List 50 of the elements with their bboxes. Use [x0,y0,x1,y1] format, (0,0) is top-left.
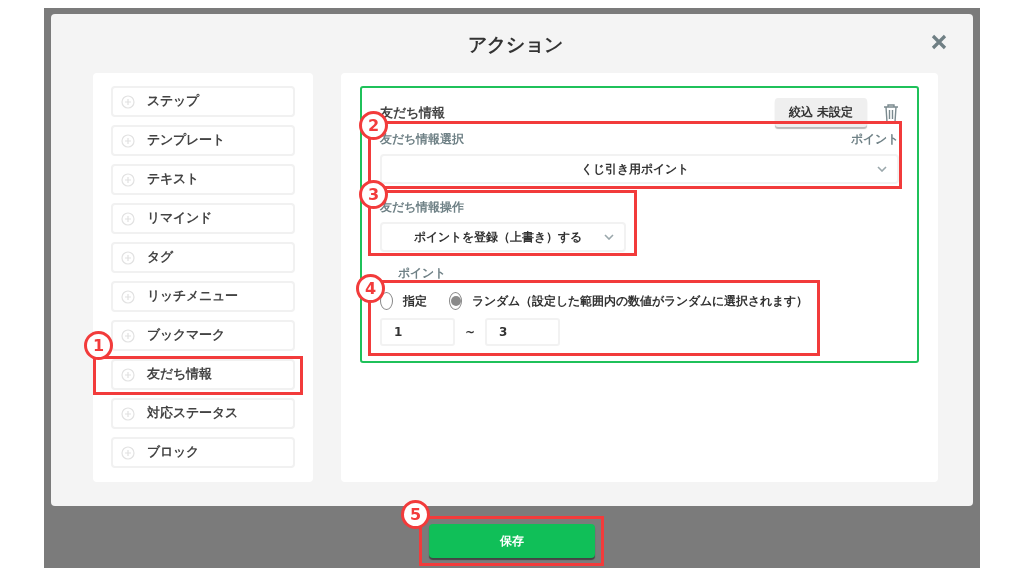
plus-circle-icon [121,289,135,304]
plus-circle-icon [121,172,135,187]
action-type-item[interactable]: ブックマーク [111,320,295,351]
min-input[interactable]: 1 [380,318,455,346]
action-type-item[interactable]: テンプレート [111,125,295,156]
range-separator: ~ [465,325,476,339]
action-type-label: リッチメニュー [147,288,238,305]
action-type-item[interactable]: ステップ [111,86,295,117]
max-input[interactable]: 3 [485,318,561,346]
field-label: ポイント [398,266,446,280]
plus-circle-icon [121,94,135,109]
chevron-down-icon [877,166,887,172]
action-type-item[interactable]: リッチメニュー [111,281,295,312]
action-type-label: ステップ [147,93,199,110]
plus-circle-icon [121,367,135,382]
radio-button[interactable] [380,292,393,310]
friend-info-select[interactable]: くじ引き用ポイント [380,154,899,184]
field-type-label: ポイント [851,131,899,148]
action-type-item[interactable]: タグ [111,242,295,273]
trash-icon[interactable] [883,102,899,123]
action-type-item[interactable]: ブロック [111,437,295,468]
plus-circle-icon [121,445,135,460]
close-icon[interactable] [931,34,947,50]
filter-button[interactable]: 絞込 未設定 [774,98,867,127]
action-type-label: 対応ステータス [147,405,238,422]
radio-label: 指定 [403,292,427,310]
callout-number: 1 [84,331,113,360]
action-type-label: テキスト [147,171,199,188]
action-type-label: タグ [147,249,173,266]
plus-circle-icon [121,211,135,226]
action-type-label: ブックマーク [147,327,225,344]
action-type-item[interactable]: 対応ステータス [111,398,295,429]
action-type-label: テンプレート [147,132,225,149]
action-type-label: リマインド [147,210,212,227]
action-type-label: ブロック [147,444,199,461]
action-type-label: 友だち情報 [147,366,212,383]
radio-button[interactable] [449,292,462,310]
action-type-item[interactable]: 友だち情報 [111,359,295,390]
operation-select[interactable]: ポイントを登録（上書き）する [380,222,626,252]
chevron-down-icon [604,234,614,240]
plus-circle-icon [121,328,135,343]
radio-label: ランダム（設定した範囲内の数値がランダムに選択されます） [472,292,808,310]
callout-number: 4 [356,274,385,303]
plus-circle-icon [121,133,135,148]
plus-circle-icon [121,250,135,265]
plus-circle-icon [121,406,135,421]
action-type-item[interactable]: リマインド [111,203,295,234]
callout-number: 5 [401,500,430,529]
dialog-title: アクション [467,32,564,56]
action-type-item[interactable]: テキスト [111,164,295,195]
